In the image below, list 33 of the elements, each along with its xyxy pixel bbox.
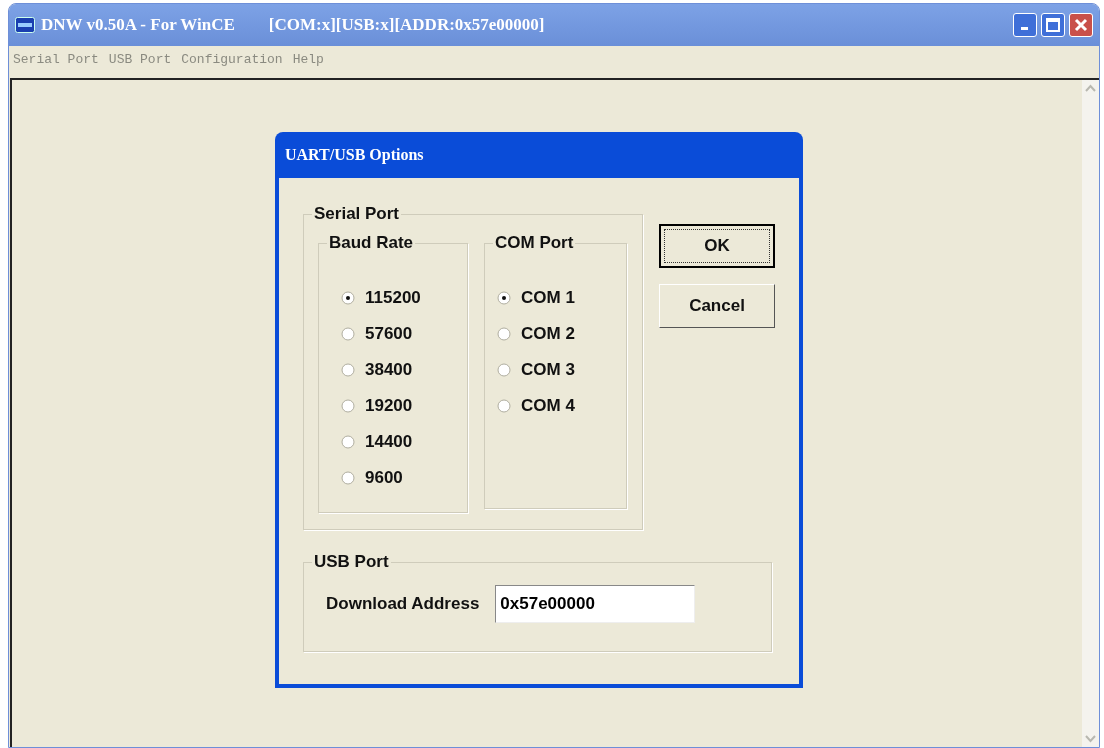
close-button[interactable] xyxy=(1069,13,1093,37)
radio-button[interactable] xyxy=(341,327,355,341)
app-icon xyxy=(15,17,35,33)
radio-option[interactable]: 57600 xyxy=(341,316,467,352)
radio-button[interactable] xyxy=(497,291,511,305)
ok-button[interactable]: OK xyxy=(659,224,775,268)
dialog-title: UART/USB Options xyxy=(285,145,424,166)
maximize-icon[interactable] xyxy=(1046,18,1060,32)
cancel-button[interactable]: Cancel xyxy=(659,284,775,328)
radio-option[interactable]: 14400 xyxy=(341,424,467,460)
radio-button[interactable] xyxy=(497,399,511,413)
radio-button[interactable] xyxy=(341,291,355,305)
radio-button[interactable] xyxy=(341,363,355,377)
radio-option[interactable]: COM 1 xyxy=(497,280,626,316)
radio-option[interactable]: COM 3 xyxy=(497,352,626,388)
window-title: DNW v0.50A - For WinCE xyxy=(41,14,235,37)
radio-option[interactable]: 9600 xyxy=(341,460,467,496)
close-icon[interactable] xyxy=(1074,18,1088,32)
window-status: [COM:x][USB:x][ADDR:0x57e00000] xyxy=(268,14,545,37)
radio-option[interactable]: COM 2 xyxy=(497,316,626,352)
radio-option[interactable]: 38400 xyxy=(341,352,467,388)
radio-button[interactable] xyxy=(497,327,511,341)
radio-button[interactable] xyxy=(341,471,355,485)
radio-button[interactable] xyxy=(341,399,355,413)
address-field[interactable]: 0x57e00000 xyxy=(495,585,696,623)
radio-option[interactable]: 115200 xyxy=(341,280,467,316)
radio-option[interactable]: COM 4 xyxy=(497,388,626,424)
radio-option[interactable]: 19200 xyxy=(341,388,467,424)
radio-button[interactable] xyxy=(497,363,511,377)
radio-button[interactable] xyxy=(341,435,355,449)
field-label: Download Address xyxy=(326,593,480,616)
minimize-button[interactable] xyxy=(1013,13,1037,37)
maximize-button[interactable] xyxy=(1041,13,1065,37)
